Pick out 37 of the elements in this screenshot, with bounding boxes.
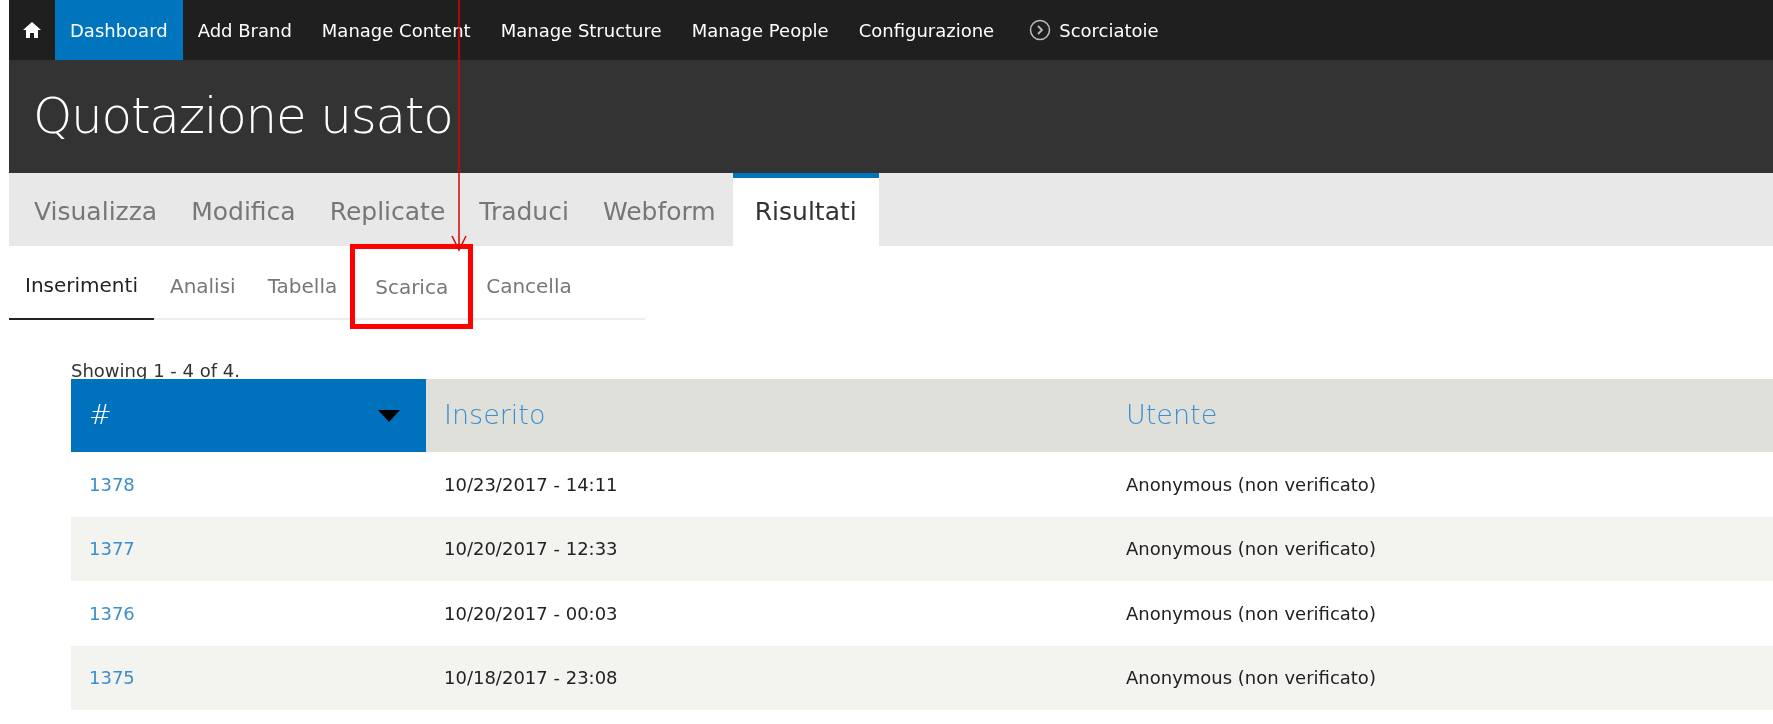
tab[interactable]: Risultati bbox=[732, 173, 879, 246]
table-cell-text: 10/23/2017 - 14:11 bbox=[443, 472, 619, 497]
tab[interactable]: Webform bbox=[585, 178, 733, 246]
shortcuts-link[interactable]: Scorciatoie bbox=[1059, 16, 1159, 44]
submission-link[interactable]: 1376 bbox=[71, 581, 426, 646]
table-cell-text: 10/18/2017 - 23:08 bbox=[443, 666, 619, 691]
sub-tab[interactable]: Tabella bbox=[251, 251, 354, 320]
home-icon[interactable] bbox=[22, 21, 42, 39]
table-cell-text: Anonymous (non verificato) bbox=[1125, 666, 1377, 691]
table-cell-text: 10/20/2017 - 12:33 bbox=[443, 537, 619, 562]
submission-link[interactable]: 1375 bbox=[71, 645, 426, 710]
page-title: Quotazione usato bbox=[33, 86, 453, 147]
tab[interactable]: Visualizza bbox=[17, 178, 175, 246]
toolbar-link[interactable]: Manage People bbox=[676, 0, 844, 60]
sub-tab[interactable]: Inserimenti bbox=[9, 251, 154, 320]
toolbar-link[interactable]: Manage Structure bbox=[485, 0, 677, 60]
toolbar-link[interactable]: Add Brand bbox=[182, 0, 307, 60]
tab[interactable]: Replicate bbox=[312, 178, 463, 246]
sub-tab[interactable]: Cancella bbox=[470, 251, 588, 320]
sub-tab[interactable]: Scarica bbox=[353, 247, 471, 326]
sub-tab[interactable]: Analisi bbox=[153, 251, 252, 320]
submission-link[interactable]: 1377 bbox=[71, 516, 426, 581]
results-summary: Showing 1 - 4 of 4. bbox=[71, 360, 241, 382]
tab[interactable]: Traduci bbox=[462, 178, 586, 246]
sort-down-icon[interactable] bbox=[378, 409, 400, 422]
chevron-circle-icon[interactable] bbox=[1029, 19, 1052, 41]
column-header[interactable]: Utente bbox=[1108, 379, 1773, 452]
column-header[interactable]: # bbox=[71, 379, 426, 452]
table-cell-text: 10/20/2017 - 00:03 bbox=[443, 601, 619, 626]
toolbar-link[interactable]: Dashboard bbox=[55, 0, 183, 60]
table-cell-text: Anonymous (non verificato) bbox=[1125, 537, 1377, 562]
submission-link[interactable]: 1378 bbox=[71, 452, 426, 517]
toolbar-link[interactable]: Configurazione bbox=[843, 0, 1010, 60]
table-cell-text: Anonymous (non verificato) bbox=[1125, 601, 1377, 626]
column-header[interactable]: Inserito bbox=[426, 379, 1108, 452]
tab[interactable]: Modifica bbox=[174, 178, 313, 246]
table-cell-text: Anonymous (non verificato) bbox=[1125, 472, 1377, 497]
